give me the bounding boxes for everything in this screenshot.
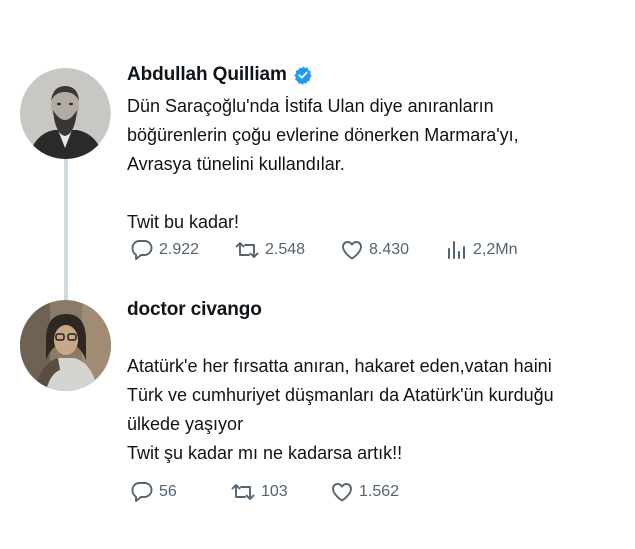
- avatar[interactable]: [20, 300, 111, 391]
- thread-connector-line: [64, 152, 68, 300]
- reply-count: 56: [159, 483, 177, 500]
- reply-count: 2.922: [159, 241, 200, 258]
- views-icon: [446, 238, 468, 262]
- reply-icon: [130, 238, 154, 262]
- retweet-button[interactable]: 2.548: [234, 238, 340, 262]
- tweet-actions: 56 103 1.562: [130, 480, 399, 504]
- like-icon: [330, 480, 354, 504]
- like-count: 8.430: [369, 241, 410, 258]
- author-name[interactable]: doctor civango: [127, 299, 262, 321]
- tweet-header: doctor civango: [127, 299, 262, 321]
- author-name[interactable]: Abdullah Quilliam: [127, 64, 287, 86]
- like-button[interactable]: 1.562: [330, 480, 399, 504]
- reply-icon: [130, 480, 154, 504]
- reply-button[interactable]: 56: [130, 480, 230, 504]
- like-count: 1.562: [359, 483, 400, 500]
- retweet-icon: [230, 480, 256, 504]
- retweet-icon: [234, 238, 260, 262]
- views-button[interactable]: 2,2Mn: [446, 238, 517, 262]
- avatar[interactable]: [20, 68, 111, 159]
- verified-badge-icon: [293, 65, 313, 85]
- retweet-count: 2.548: [265, 241, 306, 258]
- tweet-actions: 2.922 2.548 8.430 2,2Mn: [130, 238, 517, 262]
- views-count: 2,2Mn: [473, 241, 518, 258]
- retweet-button[interactable]: 103: [230, 480, 330, 504]
- reply-button[interactable]: 2.922: [130, 238, 234, 262]
- tweet-text: Dün Saraçoğlu'nda İstifa Ulan diye anıra…: [127, 96, 519, 232]
- retweet-count: 103: [261, 483, 288, 500]
- tweet-header: Abdullah Quilliam: [127, 64, 313, 86]
- like-button[interactable]: 8.430: [340, 238, 446, 262]
- tweet-text: Atatürk'e her fırsatta anıran, hakaret e…: [127, 356, 554, 463]
- like-icon: [340, 238, 364, 262]
